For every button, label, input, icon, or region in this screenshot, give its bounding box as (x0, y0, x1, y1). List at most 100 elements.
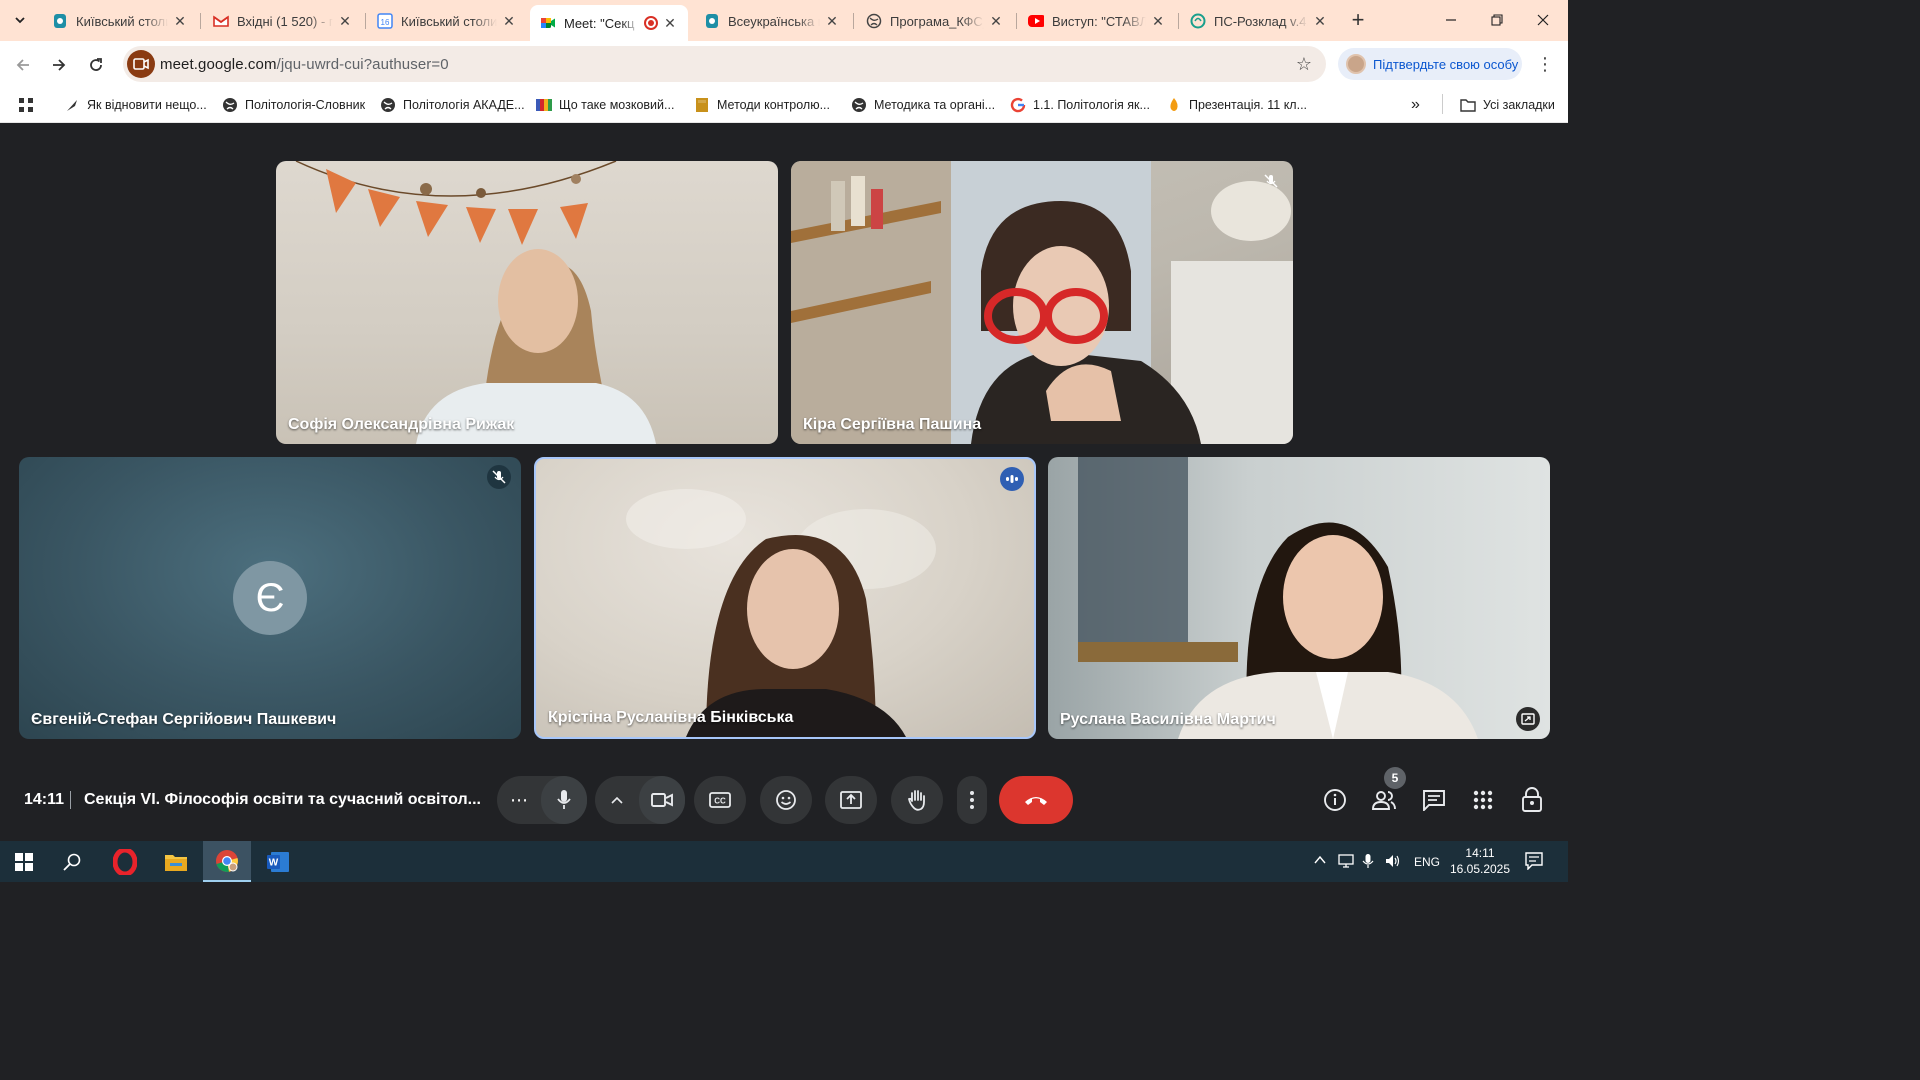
bookmark-item[interactable]: Методика та органі... (851, 94, 995, 116)
window-close-button[interactable] (1520, 0, 1566, 40)
close-icon[interactable]: ✕ (824, 13, 840, 29)
windows-logo-icon (15, 852, 33, 871)
url-text: meet.google.com/jqu-uwrd-cui?authuser=0 (160, 56, 449, 73)
participant-tile[interactable]: Кіра Сергіївна Пашина (791, 161, 1293, 444)
participant-name: Руслана Василівна Мартич (1060, 711, 1276, 728)
tab-search-button[interactable] (8, 8, 32, 32)
new-tab-button[interactable]: + (1346, 7, 1370, 32)
close-icon[interactable]: ✕ (662, 15, 678, 31)
participant-tile[interactable]: Софія Олександрівна Рижак (276, 161, 778, 444)
browser-menu-icon[interactable]: ⋮ (1536, 54, 1554, 75)
notifications-icon[interactable] (1525, 852, 1543, 873)
host-controls-button[interactable] (1518, 786, 1546, 814)
forward-button[interactable] (46, 52, 72, 78)
reload-icon (90, 58, 102, 71)
mic-off-icon (487, 465, 511, 489)
bookmark-item[interactable]: Політологія АКАДЕ... (380, 94, 525, 116)
activities-button[interactable] (1469, 786, 1497, 814)
arrow-right-icon (53, 59, 66, 71)
bookmark-item[interactable]: Методи контролю... (694, 94, 830, 116)
network-icon[interactable] (1337, 853, 1355, 872)
more-bookmarks-icon[interactable]: » (1411, 94, 1420, 116)
reload-button[interactable] (83, 52, 109, 78)
show-hidden-icons[interactable] (1313, 853, 1327, 870)
bookmark-item[interactable]: 1.1. Політологія як... (1010, 94, 1150, 116)
tab-all-ukrainian[interactable]: Всеукраїнська н ✕ (694, 6, 850, 36)
bookmark-star-icon[interactable]: ☆ (1296, 54, 1312, 75)
bookmark-item[interactable]: Як відновити нещо... (64, 94, 207, 116)
tab-schedule[interactable]: ПС-Розклад v.4. ✕ (1180, 6, 1338, 36)
tab-youtube-talk[interactable]: Виступ: "СТАВЛ ✕ (1018, 6, 1176, 36)
word-app[interactable]: W (254, 841, 302, 882)
apps-grid-icon (1473, 790, 1493, 810)
tab-program-kfs[interactable]: Програма_КФС_ ✕ (856, 6, 1014, 36)
language-indicator[interactable]: ENG (1414, 855, 1440, 869)
close-icon[interactable]: ✕ (1312, 13, 1328, 29)
speaking-indicator-icon (1000, 467, 1024, 491)
apps-grid-icon[interactable] (18, 94, 34, 116)
tab-title: Всеукраїнська н (728, 13, 820, 29)
more-video-options-button[interactable] (595, 776, 639, 824)
meeting-title: Секція VI. Філософія освіти та сучасний … (84, 791, 481, 808)
chevron-up-icon (611, 796, 623, 804)
tab-kyiv-university-2[interactable]: 16 Київський столи ✕ (367, 6, 527, 36)
microphone-button[interactable] (541, 776, 587, 824)
more-vert-icon (970, 791, 974, 809)
participant-tile[interactable]: Руслана Василівна Мартич (1048, 457, 1550, 739)
chevron-down-icon (15, 17, 25, 24)
close-icon[interactable]: ✕ (1150, 13, 1166, 29)
verify-identity-button[interactable]: Підтвердьте свою особу (1338, 48, 1522, 80)
bookmark-item[interactable]: Політологія-Словник (222, 94, 365, 116)
tab-separator (200, 13, 201, 29)
raise-hand-button[interactable] (891, 776, 943, 824)
bookmark-item[interactable]: Презентація. 11 кл... (1166, 94, 1307, 116)
restore-button[interactable] (1474, 0, 1520, 40)
tab-kyiv-university-1[interactable]: Київський столи ✕ (42, 6, 198, 36)
site-info-icon[interactable] (127, 50, 155, 78)
more-options-button[interactable] (957, 776, 987, 824)
participant-video (791, 161, 1293, 444)
flame-icon (1166, 97, 1182, 113)
tab-title: Виступ: "СТАВЛ (1052, 13, 1146, 29)
present-screen-button[interactable] (825, 776, 877, 824)
minimize-button[interactable] (1428, 0, 1474, 40)
microphone-in-use-icon[interactable] (1362, 853, 1374, 872)
chrome-app[interactable] (203, 841, 251, 882)
search-button[interactable] (48, 841, 96, 882)
camera-button[interactable] (639, 776, 685, 824)
close-icon[interactable]: ✕ (988, 13, 1004, 29)
word-icon: W (267, 851, 289, 872)
verify-identity-label: Підтвердьте свою особу (1373, 56, 1519, 72)
pin-tile-icon[interactable] (1516, 707, 1540, 731)
close-icon[interactable]: ✕ (501, 13, 517, 29)
captions-button[interactable]: CC (694, 776, 746, 824)
reactions-button[interactable] (760, 776, 812, 824)
participant-tile-speaking[interactable]: Крістіна Русланівна Бінківська (534, 457, 1036, 739)
close-icon[interactable]: ✕ (172, 13, 188, 29)
chat-button[interactable] (1420, 786, 1448, 814)
bookmark-item[interactable]: Що таке мозковий... (536, 94, 674, 116)
emoji-icon (776, 790, 796, 810)
close-icon[interactable]: ✕ (337, 13, 353, 29)
tab-separator (1016, 13, 1017, 29)
tab-gmail[interactable]: Вхідні (1 520) - г ✕ (203, 6, 363, 36)
more-audio-options-button[interactable]: ⋯ (497, 776, 541, 824)
all-bookmarks-button[interactable]: Усі закладки (1460, 94, 1555, 116)
meeting-details-button[interactable] (1321, 786, 1349, 814)
participant-name: Софія Олександрівна Рижак (288, 416, 515, 433)
file-explorer-app[interactable] (152, 841, 200, 882)
leave-call-button[interactable] (999, 776, 1073, 824)
tab-meet-active[interactable]: Meet: "Секц ✕ (530, 5, 688, 41)
recording-icon (644, 16, 658, 30)
participant-tile[interactable]: Є Євгеній-Стефан Сергійович Пашкевич (19, 457, 521, 739)
people-button[interactable] (1370, 786, 1398, 814)
address-bar[interactable]: meet.google.com/jqu-uwrd-cui?authuser=0 … (123, 46, 1326, 82)
kyiv-uni-icon (52, 13, 68, 29)
opera-app[interactable] (101, 841, 149, 882)
chrome-icon (216, 849, 238, 872)
start-button[interactable] (0, 841, 48, 882)
back-button[interactable] (10, 52, 36, 78)
system-clock[interactable]: 14:11 16.05.2025 (1448, 845, 1512, 877)
arrow-left-icon (16, 59, 29, 71)
volume-icon[interactable] (1384, 853, 1402, 872)
